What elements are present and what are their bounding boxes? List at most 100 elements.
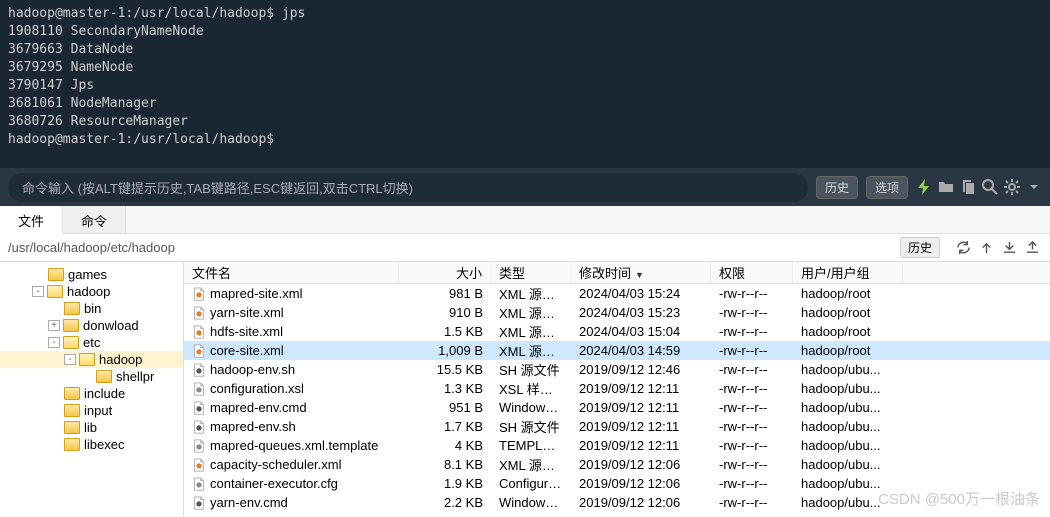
col-date[interactable]: 修改时间▼ — [571, 262, 711, 284]
tree-item-bin[interactable]: bin — [0, 300, 183, 317]
up-icon[interactable] — [979, 240, 994, 255]
file-row[interactable]: hadoop-env.sh15.5 KBSH 源文件2019/09/12 12:… — [184, 360, 1050, 379]
refresh-icon[interactable] — [956, 240, 971, 255]
tree-expander[interactable]: - — [32, 286, 44, 297]
terminal-line: hadoop@master-1:/usr/local/hadoop$ — [8, 131, 1042, 149]
file-icon — [192, 439, 206, 453]
file-type: Windows ... — [491, 400, 571, 415]
file-name: configuration.xsl — [210, 381, 304, 396]
col-perm[interactable]: 权限 — [711, 262, 793, 284]
file-perm: -rw-r--r-- — [711, 381, 793, 396]
terminal-line: hadoop@master-1:/usr/local/hadoop$ jps — [8, 5, 1042, 23]
path-history-button[interactable]: 历史 — [900, 237, 940, 258]
file-size: 910 B — [399, 305, 491, 320]
file-name: container-executor.cfg — [210, 476, 338, 491]
tree-item-include[interactable]: include — [0, 385, 183, 402]
file-perm: -rw-r--r-- — [711, 438, 793, 453]
file-size: 2.2 KB — [399, 495, 491, 510]
file-owner: hadoop/ubu... — [793, 381, 903, 396]
file-date: 2019/09/12 12:06 — [571, 457, 711, 472]
file-perm: -rw-r--r-- — [711, 495, 793, 510]
download-icon[interactable] — [1026, 179, 1042, 195]
search-icon[interactable] — [982, 179, 998, 195]
tree-item-hadoop[interactable]: -hadoop — [0, 351, 183, 368]
file-icon — [192, 325, 206, 339]
tree-item-games[interactable]: games — [0, 266, 183, 283]
file-row[interactable]: mapred-env.sh1.7 KBSH 源文件2019/09/12 12:1… — [184, 417, 1050, 436]
col-type[interactable]: 类型 — [491, 262, 571, 284]
tree-expander[interactable]: - — [64, 354, 76, 365]
tree-expander[interactable]: + — [48, 320, 60, 331]
file-type: SH 源文件 — [491, 360, 571, 379]
file-perm: -rw-r--r-- — [711, 286, 793, 301]
file-row[interactable]: yarn-site.xml910 BXML 源文...2024/04/03 15… — [184, 303, 1050, 322]
tree-item-hadoop[interactable]: - hadoop — [0, 283, 183, 300]
tree-item-shellpr[interactable]: shellpr — [0, 368, 183, 385]
file-row[interactable]: mapred-queues.xml.template4 KBTEMPLAT...… — [184, 436, 1050, 455]
toolbar-icons — [916, 179, 1042, 195]
file-row[interactable]: capacity-scheduler.xml8.1 KBXML 源文...201… — [184, 455, 1050, 474]
tab-command[interactable]: 命令 — [63, 206, 126, 233]
file-owner: hadoop/ubu... — [793, 495, 903, 510]
file-size: 1.7 KB — [399, 419, 491, 434]
path-input[interactable] — [0, 236, 894, 259]
file-size: 4 KB — [399, 438, 491, 453]
file-type: XML 源文... — [491, 341, 571, 360]
file-icon — [192, 496, 206, 510]
file-perm: -rw-r--r-- — [711, 476, 793, 491]
file-type: XML 源文... — [491, 322, 571, 341]
tabs: 文件 命令 — [0, 206, 1050, 234]
file-row[interactable]: core-site.xml1,009 BXML 源文...2024/04/03 … — [184, 341, 1050, 360]
tree-label: hadoop — [67, 284, 110, 299]
file-type: SH 源文件 — [491, 417, 571, 436]
file-row[interactable]: yarn-env.cmd2.2 KBWindows ...2019/09/12 … — [184, 493, 1050, 512]
terminal-line: 3679295 NameNode — [8, 59, 1042, 77]
file-list: 文件名 大小 类型 修改时间▼ 权限 用户/用户组 mapred-site.xm… — [184, 262, 1050, 517]
file-date: 2019/09/12 12:46 — [571, 362, 711, 377]
file-size: 1,009 B — [399, 343, 491, 358]
file-name: hdfs-site.xml — [210, 324, 283, 339]
tree-item-donwload[interactable]: +donwload — [0, 317, 183, 334]
file-row[interactable]: hdfs-site.xml1.5 KBXML 源文...2024/04/03 1… — [184, 322, 1050, 341]
tree-item-input[interactable]: input — [0, 402, 183, 419]
file-owner: hadoop/ubu... — [793, 438, 903, 453]
file-row[interactable]: configuration.xsl1.3 KBXSL 样式表2019/09/12… — [184, 379, 1050, 398]
file-name: yarn-env.cmd — [210, 495, 288, 510]
file-name: mapred-env.cmd — [210, 400, 307, 415]
file-name: mapred-site.xml — [210, 286, 302, 301]
file-name: yarn-site.xml — [210, 305, 284, 320]
file-icon — [192, 420, 206, 434]
tree-item-libexec[interactable]: libexec — [0, 436, 183, 453]
tree-item-etc[interactable]: -etc — [0, 334, 183, 351]
col-size[interactable]: 大小 — [399, 262, 491, 284]
file-icon — [192, 344, 206, 358]
folder-icon — [64, 302, 80, 315]
copy-icon[interactable] — [960, 179, 976, 195]
file-date: 2019/09/12 12:11 — [571, 400, 711, 415]
options-button[interactable]: 选项 — [866, 176, 908, 199]
download-to-icon[interactable] — [1002, 240, 1017, 255]
file-perm: -rw-r--r-- — [711, 324, 793, 339]
history-button[interactable]: 历史 — [816, 176, 858, 199]
command-input[interactable]: 命令输入 (按ALT键提示历史,TAB键路径,ESC键返回,双击CTRL切换) — [8, 173, 808, 202]
folder-icon[interactable] — [938, 179, 954, 195]
file-row[interactable]: mapred-site.xml981 BXML 源文...2024/04/03 … — [184, 284, 1050, 303]
file-name: mapred-queues.xml.template — [210, 438, 378, 453]
col-name[interactable]: 文件名 — [184, 262, 399, 284]
tree-expander[interactable]: - — [48, 337, 60, 348]
file-size: 1.9 KB — [399, 476, 491, 491]
file-owner: hadoop/ubu... — [793, 400, 903, 415]
file-row[interactable]: container-executor.cfg1.9 KBConfigura...… — [184, 474, 1050, 493]
upload-icon[interactable] — [1025, 240, 1040, 255]
file-row[interactable]: mapred-env.cmd951 BWindows ...2019/09/12… — [184, 398, 1050, 417]
file-perm: -rw-r--r-- — [711, 343, 793, 358]
file-size: 981 B — [399, 286, 491, 301]
bolt-icon[interactable] — [916, 179, 932, 195]
tree-label: games — [68, 267, 107, 282]
file-name: capacity-scheduler.xml — [210, 457, 342, 472]
tree-item-lib[interactable]: lib — [0, 419, 183, 436]
tab-file[interactable]: 文件 — [0, 206, 63, 234]
col-owner[interactable]: 用户/用户组 — [793, 262, 903, 284]
file-date: 2024/04/03 14:59 — [571, 343, 711, 358]
gear-icon[interactable] — [1004, 179, 1020, 195]
